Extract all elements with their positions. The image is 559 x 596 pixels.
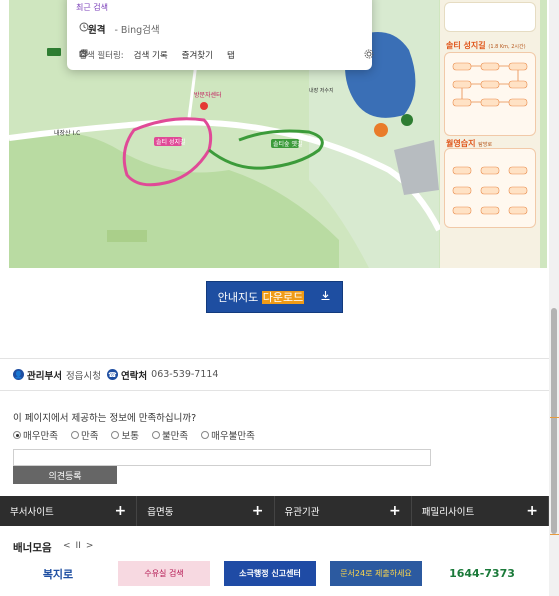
banner-pause-button[interactable]: II <box>76 541 81 551</box>
filter-favorites-button[interactable]: 즐겨찾기 <box>79 49 213 61</box>
contact-value: 063-539-7114 <box>151 369 219 380</box>
history-source: - Bing검색 <box>114 25 160 36</box>
person-icon: 👤 <box>13 369 24 380</box>
search-filter-row: 검색 필터링: 검색 기록 즐겨찾기 탭 <box>79 49 364 61</box>
banner-controls: < II > <box>63 541 93 551</box>
history-item[interactable]: 원격 - Bing검색 <box>79 22 160 36</box>
manager-value: 정읍시청 <box>65 370 101 382</box>
footer-link-bar: 부서사이트 + 읍면동 + 유관기관 + 패밀리사이트 + <box>0 496 549 526</box>
banner-list: 복지로 수유실 검색 소극행정 신고센터 문서24로 제출하세요 1644-73… <box>12 561 528 586</box>
banner-section-title: 배너모음 <box>13 542 52 554</box>
radio-icon <box>151 431 160 439</box>
option-neutral[interactable]: 보통 <box>111 428 139 442</box>
footer-town-sites[interactable]: 읍면동 + <box>137 496 275 526</box>
plus-icon: + <box>526 503 538 519</box>
radio-icon <box>111 431 120 439</box>
banner-document24[interactable]: 문서24로 제출하세요 <box>330 561 422 586</box>
recent-search-label: 최근 검색 <box>76 3 108 12</box>
survey-question: 이 페이지에서 제공하는 정보에 만족하십니까? <box>13 413 197 424</box>
scrollbar-thumb[interactable] <box>551 308 557 534</box>
submit-opinion-button[interactable]: 의견등록 <box>13 466 117 484</box>
footer-related-orgs[interactable]: 유관기관 + <box>275 496 412 526</box>
scroll-marker <box>550 534 559 535</box>
banner-passive-admin-report[interactable]: 소극행정 신고센터 <box>224 561 316 586</box>
option-very-unsatisfied[interactable]: 매우불만족 <box>201 428 255 442</box>
manager-key: 관리부서 <box>27 370 62 382</box>
download-button-label: 안내지도 다운로드 <box>217 291 305 304</box>
info-wetland-route <box>444 148 536 228</box>
trail-map-image: 솔티 성지길 솔티숲 옛길 방문자센터 내장산 I.C 내장 저수지 솔티 성지… <box>9 0 547 268</box>
tabs-icon <box>79 49 88 58</box>
plus-icon: + <box>114 503 127 519</box>
info-intro-box <box>444 2 536 32</box>
option-satisfied[interactable]: 만족 <box>70 428 98 442</box>
footer-dept-sites[interactable]: 부서사이트 + <box>0 496 138 526</box>
contact-key: 연락처 <box>120 370 148 382</box>
footer-family-sites[interactable]: 패밀리사이트 + <box>412 496 549 526</box>
plus-icon: + <box>389 503 401 519</box>
map-info-panel: 솔티 성지길 (1.8 Km, 2시간) 월영습지 탐방로 <box>440 0 540 268</box>
option-unsatisfied[interactable]: 불만족 <box>151 428 188 442</box>
opinion-input[interactable] <box>13 449 431 466</box>
banner-prev-button[interactable]: < <box>63 541 71 551</box>
banner-hotline[interactable]: 1644-7373 <box>436 561 528 586</box>
map-download-button[interactable]: 안내지도 다운로드 <box>206 281 343 313</box>
scroll-marker <box>550 417 559 418</box>
phone-icon: ☎ <box>106 369 118 380</box>
banner-nursing-room[interactable]: 수유실 검색 <box>118 561 210 586</box>
info-title-trail1: 솔티 성지길 (1.8 Km, 2시간) <box>446 41 526 50</box>
info-trail1-route <box>444 52 536 136</box>
radio-icon <box>13 431 21 439</box>
download-icon <box>320 290 331 304</box>
survey-options: 매우만족 만족 보통 불만족 매우불만족 <box>13 428 255 442</box>
radio-icon <box>201 431 210 439</box>
entrance-label: 방문자센터 <box>194 91 222 99</box>
plus-icon: + <box>251 503 264 519</box>
trail2-label: 솔티숲 옛길 <box>273 140 303 148</box>
search-history-popup: 최근 검색 원격 - Bing검색 검색 필터링: 검색 기록 즐겨찾기 탭 <box>67 0 374 70</box>
filter-history-button[interactable]: 검색 기록 <box>79 49 168 61</box>
page-scrollbar[interactable] <box>549 0 559 596</box>
banner-bokjiro[interactable]: 복지로 <box>12 561 104 586</box>
department-info: 👤 관리부서 정읍시청 ☎ 연락처 063-539-7114 <box>0 358 549 391</box>
ic-label: 내장산 I.C <box>54 129 80 137</box>
banner-next-button[interactable]: > <box>86 541 94 551</box>
option-very-satisfied[interactable]: 매우만족 <box>13 428 58 442</box>
filter-tabs-button[interactable]: 탭 <box>79 49 235 61</box>
radio-icon <box>70 431 79 439</box>
trail1-label: 솔티 성지길 <box>156 138 186 146</box>
reservoir-label: 내장 저수지 <box>309 87 334 94</box>
history-query: 원격 <box>88 25 106 36</box>
